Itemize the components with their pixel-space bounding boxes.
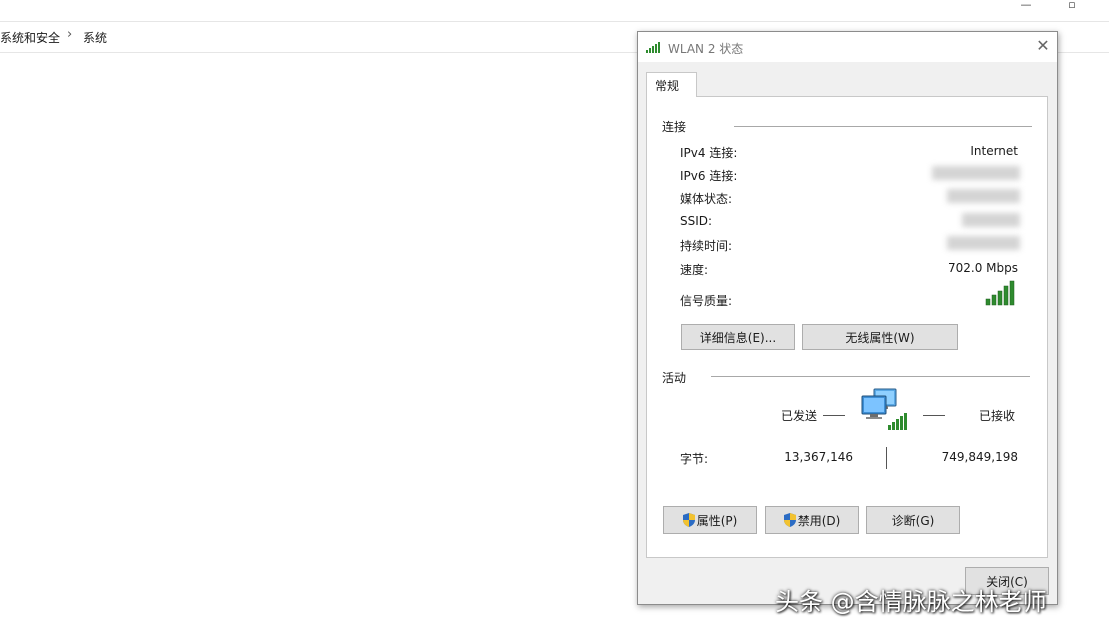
bytes-label: 字节: xyxy=(680,452,709,466)
received-line xyxy=(923,415,945,416)
properties-button[interactable]: 属性(P) xyxy=(663,506,757,534)
diagnose-button[interactable]: 诊断(G) xyxy=(866,506,960,534)
breadcrumb-system[interactable]: 系统 xyxy=(83,29,107,46)
duration-label: 持续时间: xyxy=(680,239,733,253)
bytes-divider xyxy=(886,447,887,469)
signal-quality-label: 信号质量: xyxy=(680,294,733,308)
ssid-value-redacted xyxy=(962,213,1020,227)
screen: — ▫ 系统和安全 › 系统 WLAN 2 状态 ✕ 常规 连接 IPv4 连接… xyxy=(0,0,1109,631)
media-state-label: 媒体状态: xyxy=(680,192,733,206)
ipv6-label: IPv6 连接: xyxy=(680,169,738,183)
close-icon[interactable]: ✕ xyxy=(1034,36,1052,56)
sent-line xyxy=(823,415,845,416)
media-state-value-redacted xyxy=(947,189,1020,203)
breadcrumb-separator-icon: › xyxy=(67,27,73,42)
breadcrumb-system-security[interactable]: 系统和安全 xyxy=(0,29,60,46)
dialog-titlebar[interactable]: WLAN 2 状态 ✕ xyxy=(638,32,1057,62)
speed-label: 速度: xyxy=(680,263,709,277)
ipv4-value: Internet xyxy=(970,144,1018,158)
bytes-sent-value: 13,367,146 xyxy=(784,450,853,464)
signal-quality-icon xyxy=(985,280,1015,306)
connection-divider xyxy=(734,126,1032,127)
dialog-title: WLAN 2 状态 xyxy=(668,42,744,56)
tab-general[interactable]: 常规 xyxy=(646,72,697,97)
activity-divider xyxy=(711,376,1030,377)
disable-button[interactable]: 禁用(D) xyxy=(765,506,859,534)
wlan-status-dialog: WLAN 2 状态 ✕ 常规 连接 IPv4 连接: Internet IPv6… xyxy=(637,31,1058,605)
restore-icon[interactable]: ▫ xyxy=(1052,0,1092,18)
uac-shield-icon xyxy=(783,513,796,527)
bytes-received-value: 749,849,198 xyxy=(941,450,1018,464)
uac-shield-icon xyxy=(682,513,695,527)
ssid-label: SSID: xyxy=(680,214,713,228)
properties-button-label: 属性(P) xyxy=(696,514,738,528)
speed-value: 702.0 Mbps xyxy=(947,261,1018,275)
wireless-properties-button[interactable]: 无线属性(W) xyxy=(802,324,958,350)
wifi-signal-icon xyxy=(646,42,660,53)
explorer-title-strip: — ▫ xyxy=(0,0,1109,20)
disable-button-label: 禁用(D) xyxy=(797,514,841,528)
duration-value-redacted xyxy=(947,236,1020,250)
watermark-text: 头条 @含情脉脉之林老师 xyxy=(775,588,1047,616)
sent-label: 已发送 xyxy=(781,409,818,423)
details-button[interactable]: 详细信息(E)... xyxy=(681,324,795,350)
minimize-icon[interactable]: — xyxy=(1006,0,1046,18)
ipv4-label: IPv4 连接: xyxy=(680,146,738,160)
activity-section-title: 活动 xyxy=(662,371,687,385)
connection-section-title: 连接 xyxy=(662,120,687,134)
tab-general-label: 常规 xyxy=(655,79,680,93)
ipv6-value-redacted xyxy=(932,166,1020,180)
general-panel: 连接 IPv4 连接: Internet IPv6 连接: 媒体状态: SSID… xyxy=(646,96,1048,558)
network-computers-icon xyxy=(861,388,907,430)
received-label: 已接收 xyxy=(979,409,1016,423)
